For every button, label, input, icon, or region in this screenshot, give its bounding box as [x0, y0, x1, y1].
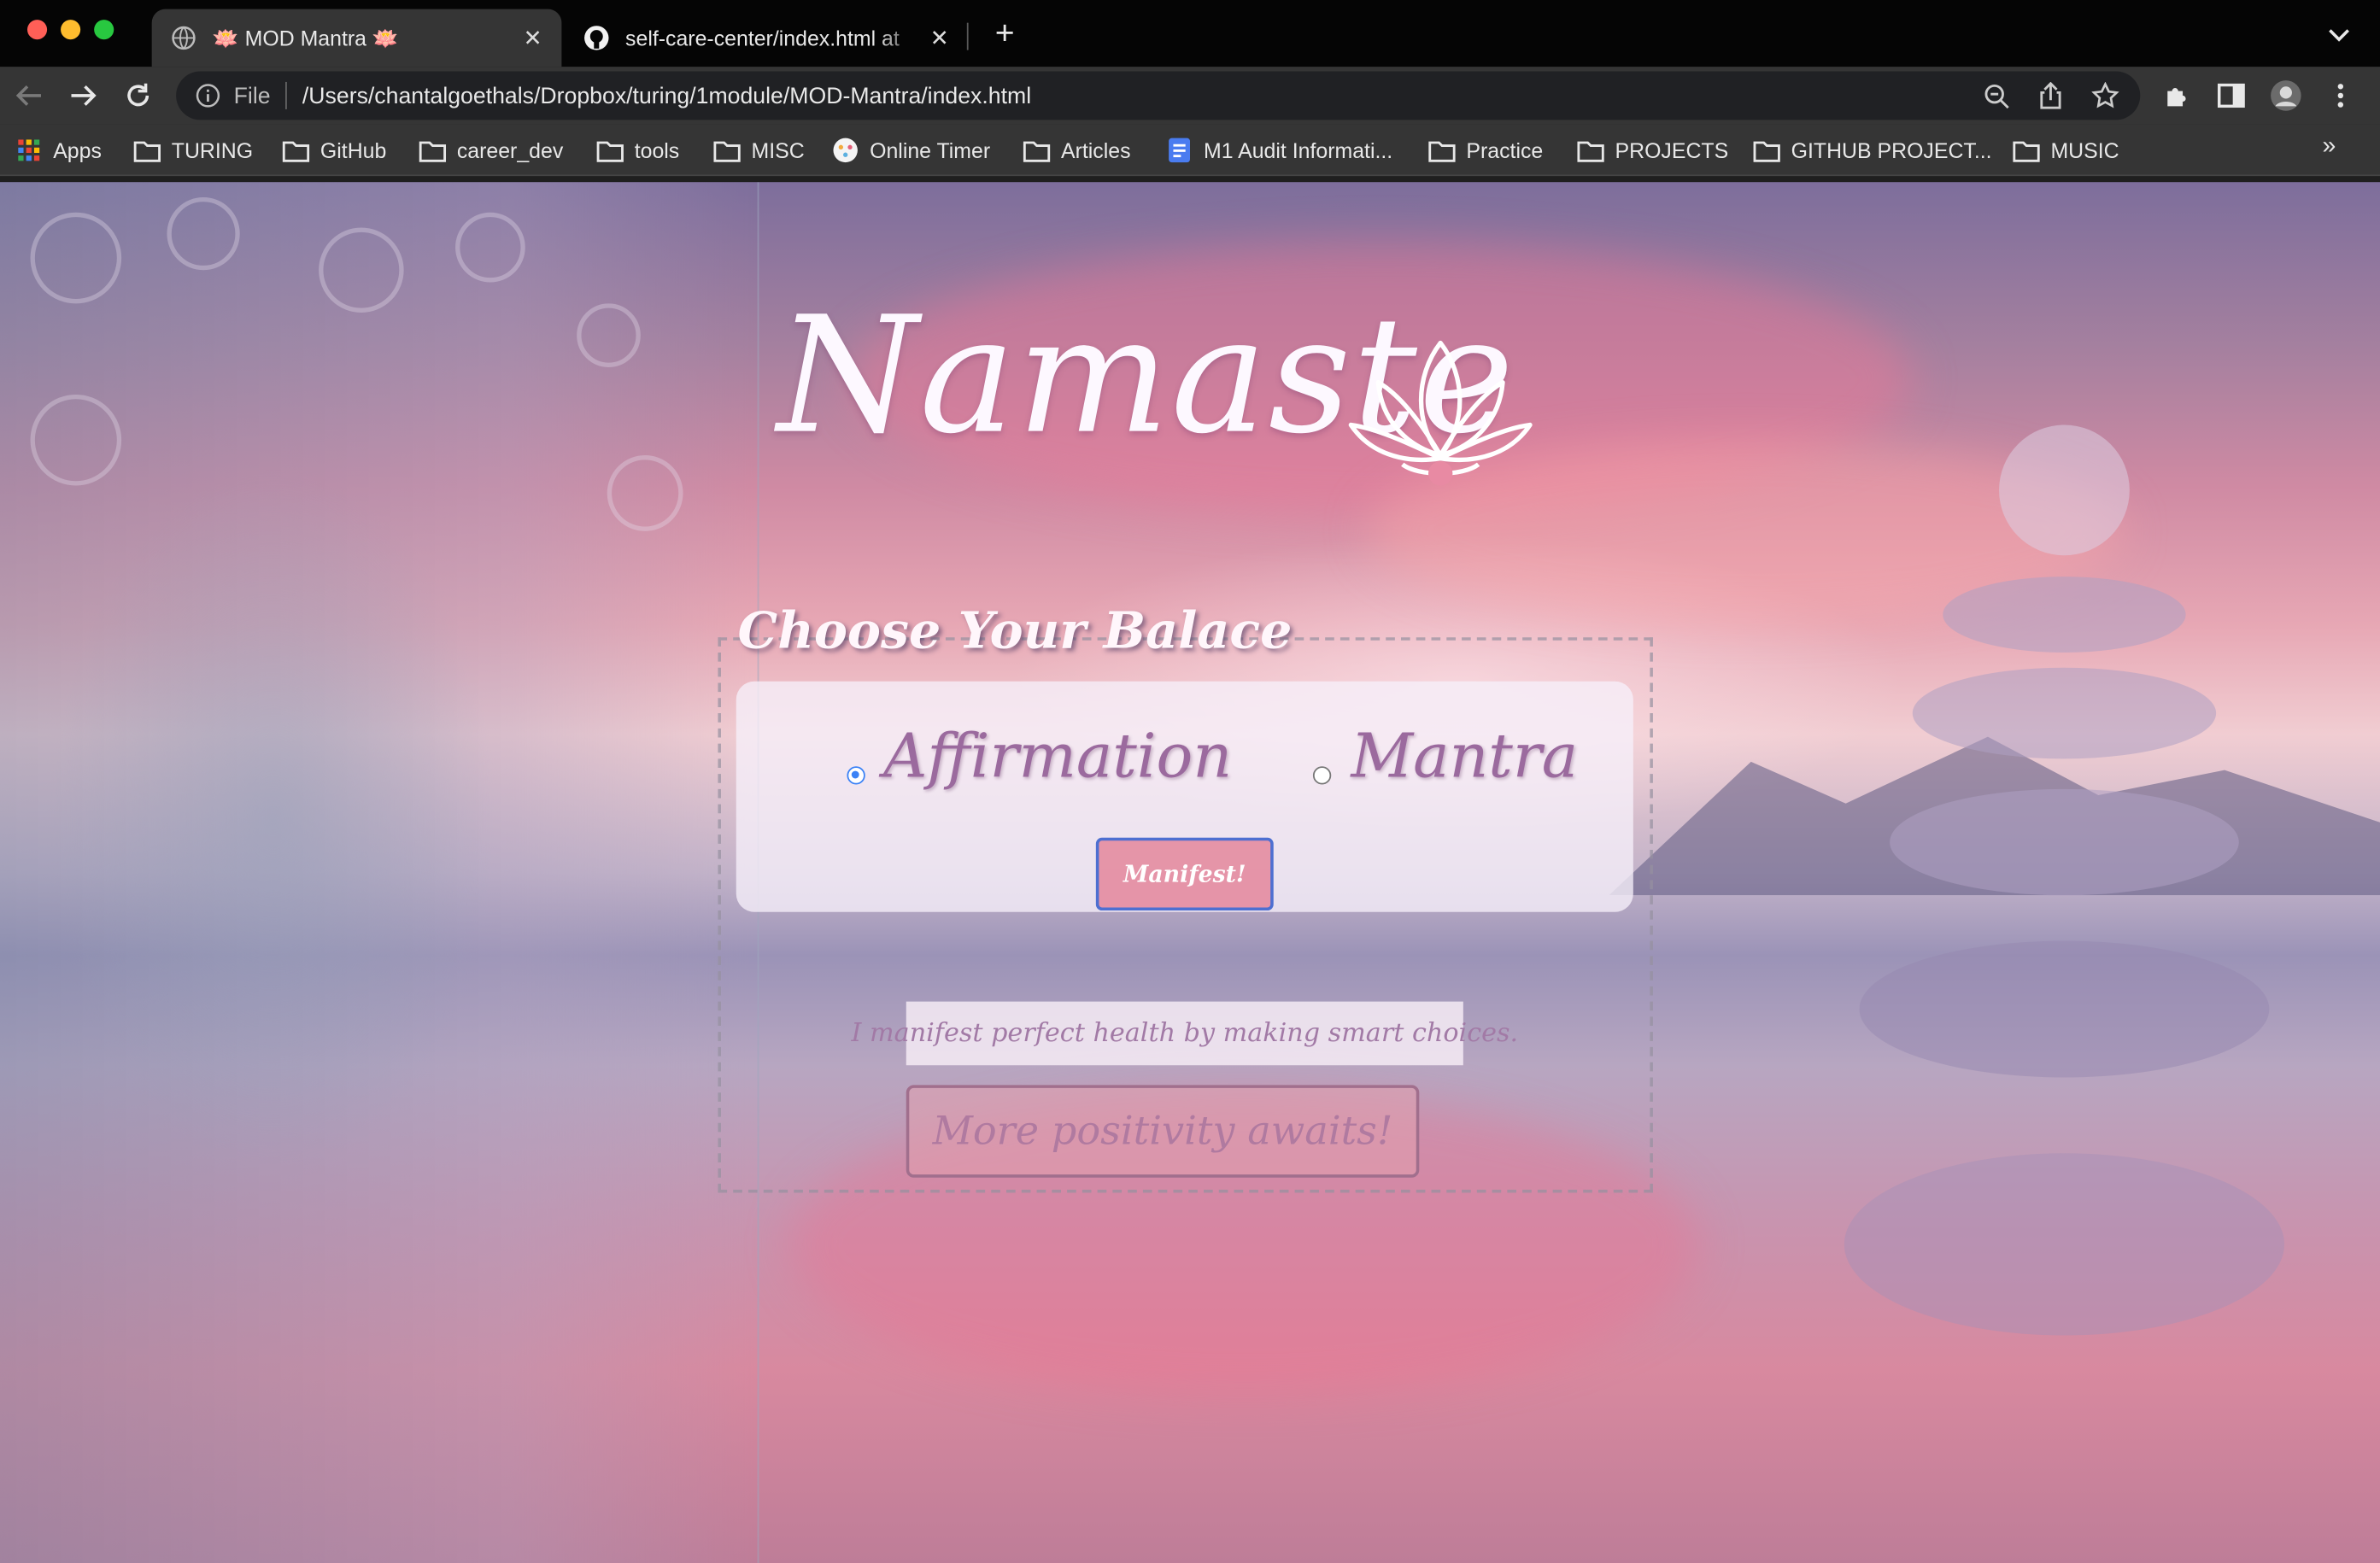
- github-icon: [583, 24, 610, 51]
- bookmark-articles[interactable]: Articles: [1023, 133, 1131, 167]
- close-tab-icon[interactable]: ✕: [516, 21, 549, 55]
- bookmark-star-icon[interactable]: [2085, 76, 2125, 115]
- url-text[interactable]: /Users/chantalgoethals/Dropbox/turing/1m…: [302, 83, 1977, 108]
- extensions-puzzle-icon[interactable]: [2159, 78, 2195, 114]
- share-icon[interactable]: [2031, 76, 2070, 115]
- tab-self-care-center[interactable]: self-care-center/index.html at ✕: [565, 9, 969, 67]
- apps-grid-icon: [15, 138, 43, 162]
- address-bar[interactable]: File /Users/chantalgoethals/Dropbox/turi…: [176, 71, 2141, 120]
- bookmark-label: TURING: [171, 138, 254, 163]
- bookmark-label: tools: [634, 138, 680, 163]
- bookmark-tools[interactable]: tools: [596, 133, 679, 167]
- folder-icon: [2013, 138, 2040, 162]
- bookmark-apps[interactable]: Apps: [15, 133, 102, 167]
- tab-strip: 🪷 MOD Mantra 🪷 ✕ self-care-center/index.…: [0, 0, 2380, 67]
- bookmark-label: GITHUB PROJECT...: [1791, 138, 1992, 163]
- doc-icon: [1166, 138, 1193, 163]
- globe-icon: [170, 24, 197, 51]
- scheme-label: File: [233, 82, 271, 109]
- tab-title: self-care-center/index.html at: [625, 26, 900, 50]
- bookmarks-bar: Apps TURING GitHub career_dev tools MISC…: [0, 124, 2380, 177]
- bookmark-label: career_dev: [456, 138, 564, 163]
- folder-icon: [1428, 138, 1456, 162]
- close-tab-icon[interactable]: ✕: [923, 21, 956, 55]
- folder-icon: [1577, 138, 1604, 162]
- close-window-button[interactable]: [26, 20, 48, 40]
- tab-title: 🪷 MOD Mantra 🪷: [212, 25, 399, 50]
- info-icon[interactable]: [194, 82, 221, 109]
- bookmark-label: Articles: [1060, 138, 1131, 163]
- mantra-label[interactable]: Mantra: [1351, 723, 1578, 793]
- manifest-button[interactable]: Manifest!: [1095, 837, 1274, 911]
- bookmark-github[interactable]: GitHub: [282, 133, 386, 167]
- side-panel-icon[interactable]: [2213, 78, 2250, 114]
- folder-icon: [133, 138, 161, 162]
- bookmark-label: MISC: [751, 138, 805, 163]
- tab-mod-mantra[interactable]: 🪷 MOD Mantra 🪷 ✕: [151, 9, 562, 67]
- scheme-divider: [285, 81, 288, 109]
- bookmark-label: MUSIC: [2050, 138, 2119, 163]
- tab-search-chevron-icon[interactable]: [2323, 18, 2356, 51]
- bookmark-m1-audit[interactable]: M1 Audit Informati...: [1166, 133, 1393, 167]
- chooser-heading: Choose Your Balace: [737, 600, 1293, 660]
- bookmark-career-dev[interactable]: career_dev: [419, 133, 563, 167]
- bookmark-misc[interactable]: MISC: [713, 133, 805, 167]
- folder-icon: [1753, 138, 1780, 162]
- stacked-stones-image: [1837, 424, 2292, 1563]
- affirmation-radio[interactable]: [847, 766, 865, 785]
- profile-avatar[interactable]: [2268, 78, 2305, 114]
- folder-icon: [596, 138, 624, 162]
- folder-icon: [419, 138, 447, 162]
- bookmark-label: GitHub: [319, 138, 387, 163]
- bookmark-label: M1 Audit Informati...: [1204, 138, 1393, 163]
- timer-icon: [832, 138, 859, 163]
- folder-icon: [713, 138, 741, 162]
- bookmark-online-timer[interactable]: Online Timer: [832, 133, 990, 167]
- zoom-window-button[interactable]: [94, 20, 114, 40]
- bookmark-label: Practice: [1466, 138, 1544, 163]
- zoom-icon[interactable]: [1976, 76, 2015, 115]
- kebab-menu-icon[interactable]: [2323, 78, 2359, 114]
- affirmation-label[interactable]: Affirmation: [883, 723, 1232, 793]
- minimize-window-button[interactable]: [61, 20, 81, 40]
- page-viewport: Namaste Choose Your Balace Affirmation M…: [0, 182, 2380, 1563]
- affirmation-message: I manifest perfect health by making smar…: [852, 1001, 1518, 1066]
- bookmark-label: PROJECTS: [1615, 138, 1729, 163]
- browser-toolbar: File /Users/chantalgoethals/Dropbox/turi…: [0, 67, 2380, 125]
- bookmark-projects[interactable]: PROJECTS: [1577, 133, 1728, 167]
- tab-separator: [966, 22, 969, 50]
- bookmark-music[interactable]: MUSIC: [2013, 133, 2119, 167]
- bookmark-github-projects[interactable]: GITHUB PROJECT...: [1753, 133, 1992, 167]
- bookmark-turing[interactable]: TURING: [133, 133, 253, 167]
- forward-arrow-icon[interactable]: [65, 78, 102, 114]
- reload-icon[interactable]: [120, 78, 156, 114]
- bookmark-label: Online Timer: [870, 138, 991, 163]
- new-tab-button[interactable]: +: [987, 16, 1023, 54]
- back-arrow-icon[interactable]: [10, 78, 47, 114]
- folder-icon: [1023, 138, 1051, 162]
- mantra-radio[interactable]: [1312, 766, 1332, 785]
- bookmark-label: Apps: [53, 138, 102, 163]
- buddha-figure-image: [0, 182, 759, 1563]
- bookmark-practice[interactable]: Practice: [1428, 133, 1543, 167]
- more-bookmarks-chevron-icon[interactable]: »: [2323, 133, 2336, 161]
- lotus-icon: [1348, 340, 1533, 486]
- folder-icon: [282, 138, 310, 162]
- more-positivity-button[interactable]: More positivity awaits!: [906, 1085, 1420, 1178]
